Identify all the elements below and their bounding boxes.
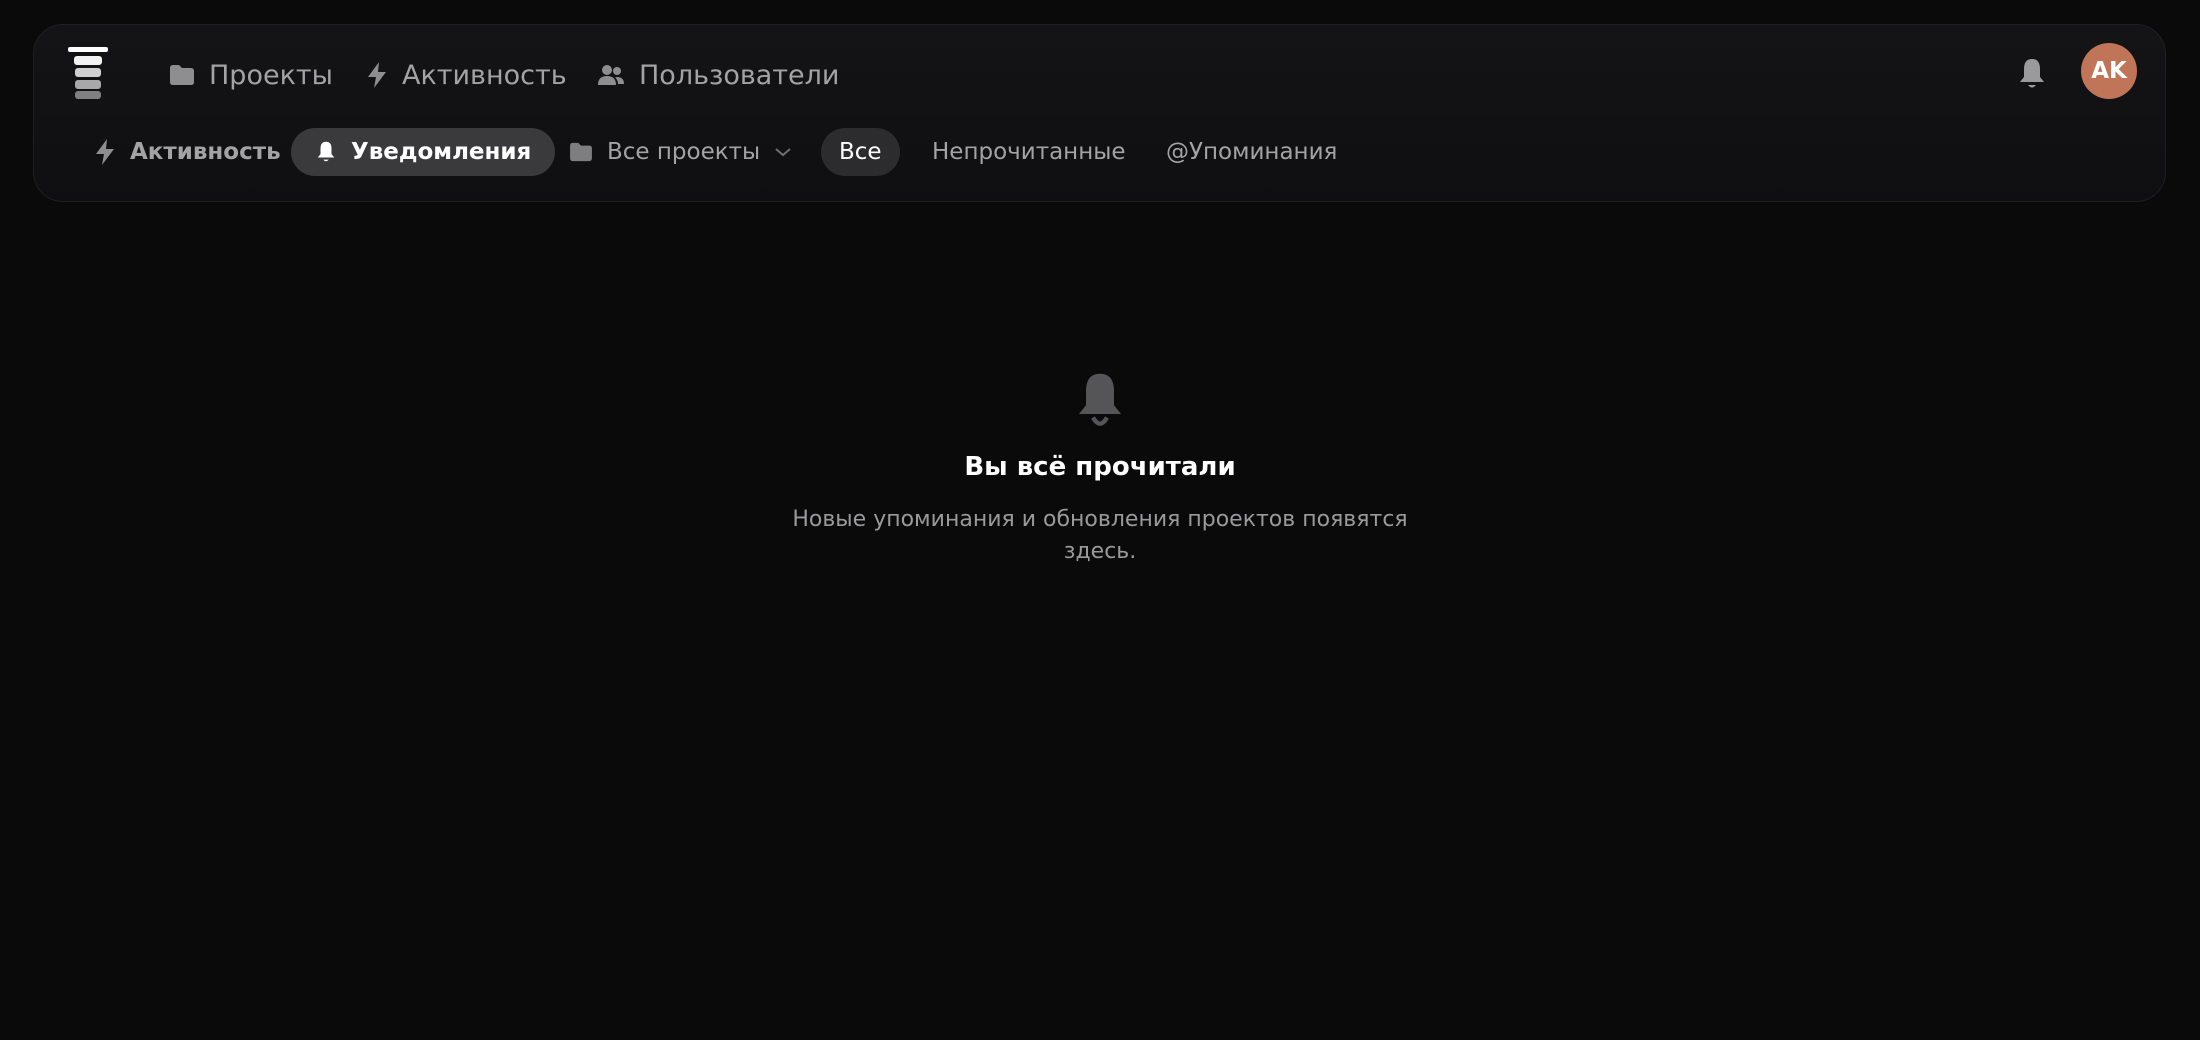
view-activity-label: Активность xyxy=(130,139,281,165)
nav-activity[interactable]: Активность xyxy=(366,55,567,95)
users-icon xyxy=(598,65,624,85)
filter-unread-chip[interactable]: Непрочитанные xyxy=(932,128,1126,176)
nav-users[interactable]: Пользователи xyxy=(597,55,839,95)
view-activity-tab[interactable]: Активность xyxy=(94,128,281,176)
bell-icon xyxy=(1079,373,1121,426)
folder-icon xyxy=(570,142,592,162)
nav-projects-label: Проекты xyxy=(209,59,333,91)
project-filter-dropdown[interactable]: Все проекты xyxy=(569,128,792,176)
nav-projects[interactable]: Проекты xyxy=(169,55,333,95)
empty-state-title: Вы всё прочитали xyxy=(964,452,1236,482)
app-logo[interactable] xyxy=(68,47,108,99)
nav-users-label: Пользователи xyxy=(639,59,840,91)
user-avatar[interactable]: AK xyxy=(2081,43,2137,99)
bolt-icon xyxy=(96,139,114,165)
notifications-bell-icon[interactable] xyxy=(2016,57,2048,91)
empty-state: Вы всё прочитали Новые упоминания и обно… xyxy=(600,370,1600,568)
view-notifications-label: Уведомления xyxy=(351,139,532,165)
chevron-down-icon xyxy=(775,148,791,157)
bolt-icon xyxy=(368,62,386,88)
view-notifications-tab[interactable]: Уведомления xyxy=(291,128,556,176)
empty-state-subtitle: Новые упоминания и обновления проектов п… xyxy=(792,507,1408,564)
bell-icon xyxy=(317,141,335,162)
top-navigation-bar: Проекты Активность Пользователи AK Актив… xyxy=(33,24,2166,202)
filter-all-chip[interactable]: Все xyxy=(821,128,900,176)
filter-mentions-chip[interactable]: @Упоминания xyxy=(1166,128,1337,176)
folder-icon xyxy=(170,65,194,85)
project-filter-label: Все проекты xyxy=(607,139,761,165)
nav-activity-label: Активность xyxy=(402,59,567,91)
